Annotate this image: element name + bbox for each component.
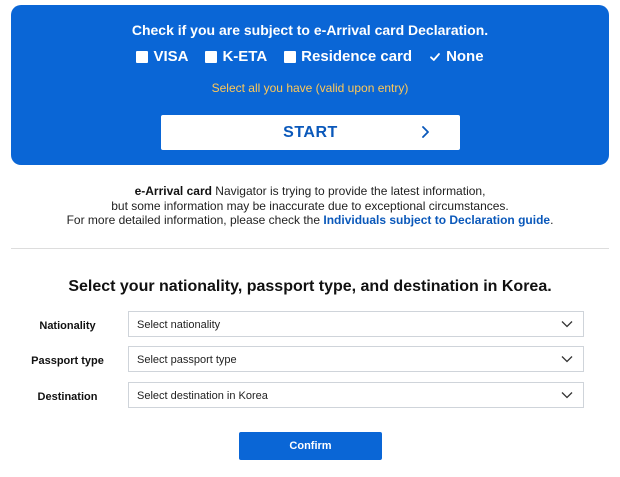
nationality-label: Nationality bbox=[39, 320, 96, 332]
option-none[interactable]: None bbox=[429, 48, 484, 65]
info-line-1: e-Arrival card Navigator is trying to pr… bbox=[0, 184, 620, 199]
option-visa-label: VISA bbox=[153, 48, 189, 65]
info-line-3: For more detailed information, please ch… bbox=[0, 213, 620, 228]
declaration-panel: Check if you are subject to e-Arrival ca… bbox=[11, 5, 609, 165]
visa-checkbox[interactable] bbox=[136, 50, 149, 63]
panel-title: Check if you are subject to e-Arrival ca… bbox=[131, 22, 489, 38]
divider bbox=[11, 248, 609, 249]
option-k-eta[interactable]: K-ETA bbox=[205, 48, 267, 65]
info-line-3-suffix: . bbox=[550, 213, 554, 227]
destination-label: Destination bbox=[37, 391, 98, 403]
info-line-2: but some information may be inaccurate d… bbox=[111, 198, 509, 213]
form-title: Select your nationality, passport type, … bbox=[68, 278, 552, 295]
option-k-eta-label: K-ETA bbox=[222, 48, 268, 65]
info-line-3-prefix: For more detailed information, please ch… bbox=[66, 213, 324, 227]
option-residence-card[interactable]: Residence card bbox=[284, 48, 412, 65]
chevron-down-icon bbox=[561, 392, 573, 399]
passport-type-label: Passport type bbox=[31, 355, 104, 367]
start-button-label: START bbox=[283, 123, 338, 141]
selection-hint: Select all you have (valid upon entry) bbox=[211, 81, 409, 95]
passport-type-select[interactable]: Select passport type bbox=[128, 346, 584, 372]
start-button[interactable]: START bbox=[161, 115, 460, 150]
checkmark-icon bbox=[430, 52, 440, 61]
chevron-right-icon bbox=[422, 126, 429, 138]
option-none-label: None bbox=[446, 48, 484, 65]
passport-type-select-value: Select passport type bbox=[137, 354, 237, 366]
chevron-down-icon bbox=[561, 356, 573, 363]
option-visa[interactable]: VISA bbox=[136, 48, 188, 65]
residence-card-checkbox[interactable] bbox=[284, 50, 297, 63]
info-notice: e-Arrival card Navigator is trying to pr… bbox=[0, 184, 620, 228]
chevron-down-icon bbox=[561, 321, 573, 328]
brand-name: e-Arrival card bbox=[134, 184, 212, 198]
option-residence-card-label: Residence card bbox=[301, 48, 413, 65]
confirm-button[interactable]: Confirm bbox=[239, 432, 382, 460]
k-eta-checkbox[interactable] bbox=[205, 50, 218, 63]
nationality-select-value: Select nationality bbox=[137, 319, 221, 331]
destination-select[interactable]: Select destination in Korea bbox=[128, 382, 584, 408]
info-line-1-text: Navigator is trying to provide the lates… bbox=[211, 184, 486, 198]
nationality-select[interactable]: Select nationality bbox=[128, 311, 584, 337]
destination-select-value: Select destination in Korea bbox=[137, 390, 268, 402]
declaration-guide-link[interactable]: Individuals subject to Declaration guide bbox=[323, 213, 550, 227]
none-checkbox[interactable] bbox=[429, 50, 442, 63]
status-options: VISA K-ETA Residence card None bbox=[11, 48, 609, 65]
